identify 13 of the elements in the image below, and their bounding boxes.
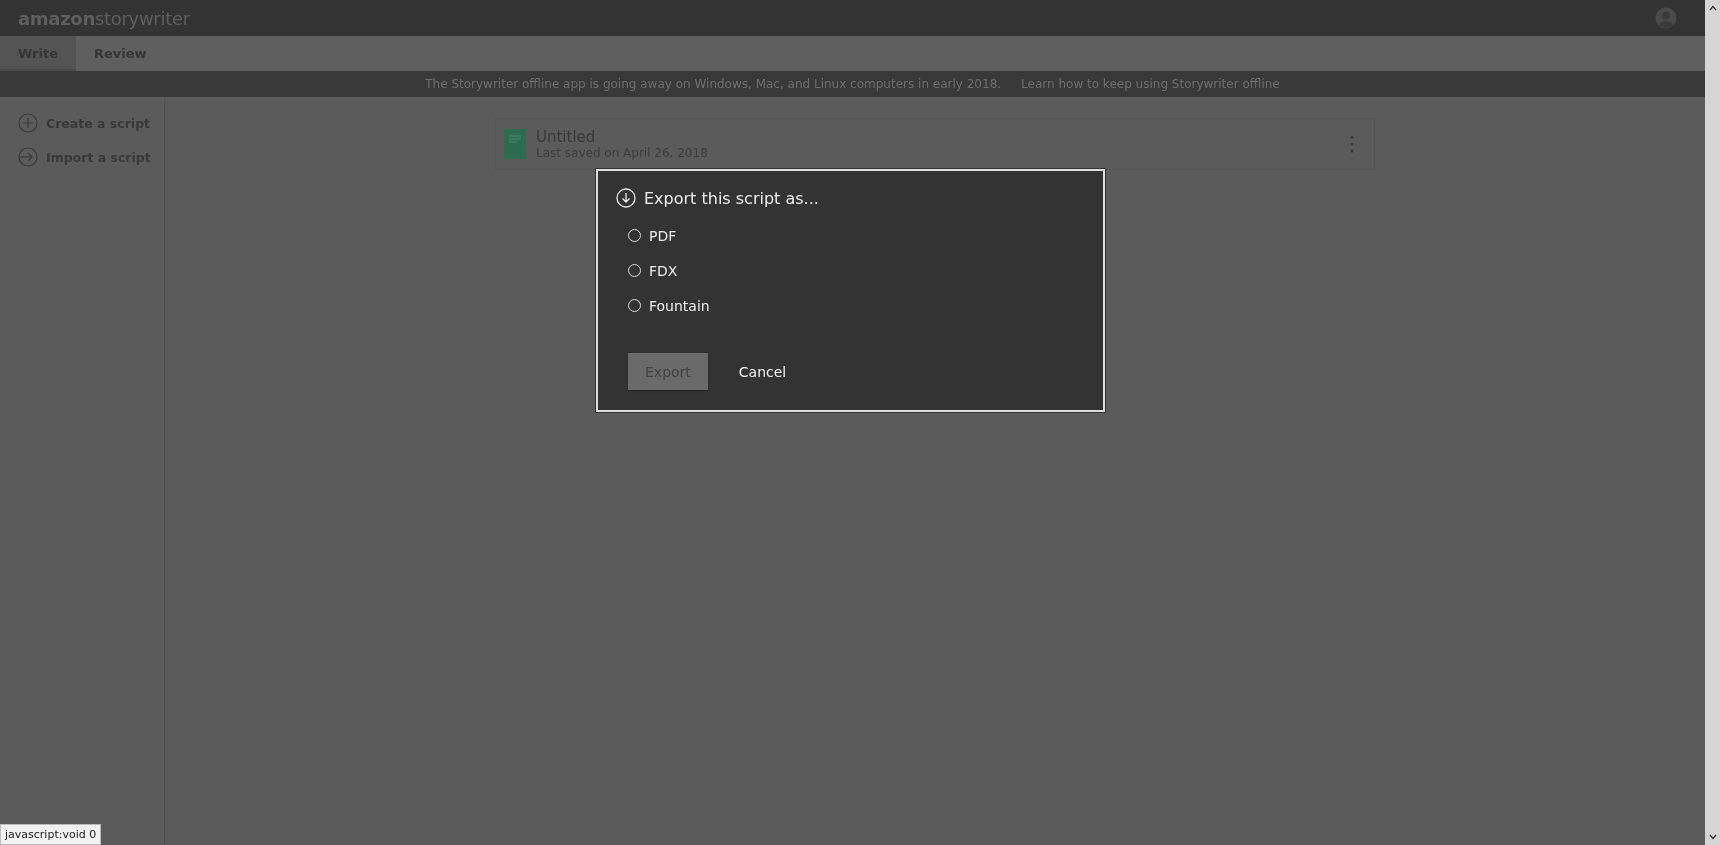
download-icon — [616, 188, 636, 208]
cancel-button[interactable]: Cancel — [721, 353, 804, 390]
radio-option[interactable]: Fountain — [616, 288, 710, 323]
arrow-circle-icon — [18, 147, 38, 167]
dialog-title: Export this script as... — [644, 188, 819, 208]
scrollbar[interactable] — [1705, 0, 1720, 845]
scroll-up-icon[interactable] — [1707, 4, 1718, 12]
status-url: javascript:void 0 — [0, 824, 102, 845]
scroll-down-icon[interactable] — [1707, 833, 1718, 841]
radio-option[interactable]: FDX — [616, 253, 678, 288]
radio-option[interactable]: PDF — [616, 218, 677, 253]
document-icon — [504, 129, 526, 159]
plus-circle-icon — [18, 113, 38, 133]
